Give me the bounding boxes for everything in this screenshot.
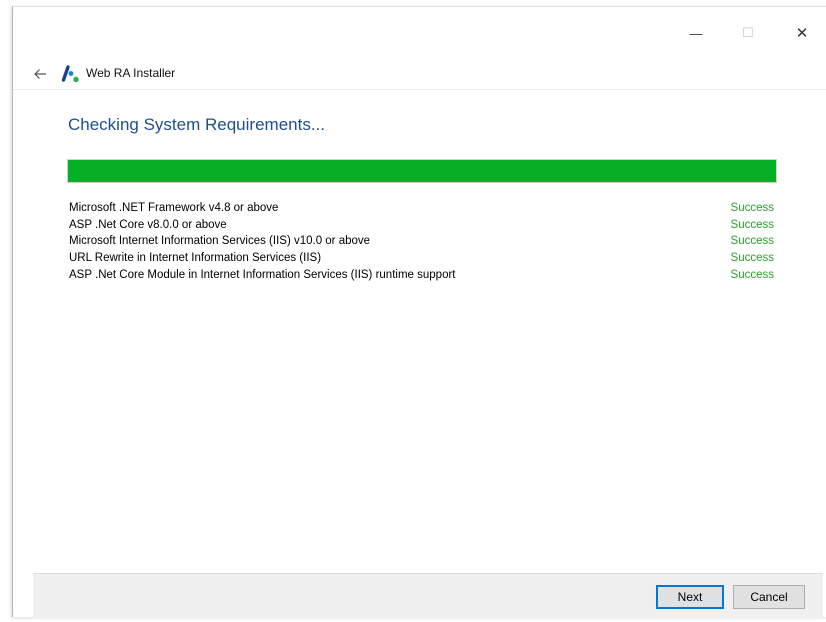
minimize-button[interactable]: —	[681, 23, 711, 43]
requirement-name: ASP .Net Core v8.0.0 or above	[69, 218, 227, 231]
header-divider	[13, 89, 826, 90]
requirement-status: Success	[730, 268, 774, 281]
requirement-row: Microsoft .NET Framework v4.8 or above Su…	[69, 200, 774, 217]
requirements-progress-bar	[67, 159, 777, 183]
progress-fill	[68, 160, 776, 182]
maximize-icon: ☐	[742, 25, 754, 40]
requirement-status: Success	[730, 202, 774, 214]
cancel-button[interactable]: Cancel	[733, 585, 805, 609]
back-button[interactable]	[31, 65, 49, 83]
minimize-icon: —	[689, 25, 703, 41]
requirement-status: Success	[730, 252, 774, 265]
close-button[interactable]: ✕	[787, 23, 817, 43]
requirement-row: URL Rewrite in Internet Information Serv…	[69, 250, 774, 267]
requirement-name: Microsoft Internet Information Services …	[69, 235, 371, 248]
app-logo-icon	[61, 65, 79, 83]
window-title: Web RA Installer	[86, 66, 176, 80]
requirement-name: ASP .Net Core Module in Internet Informa…	[69, 268, 456, 281]
page-heading: Checking System Requirements...	[68, 115, 325, 134]
requirement-status: Success	[730, 218, 774, 231]
requirement-row: Microsoft Internet Information Services …	[69, 233, 774, 250]
requirement-status: Success	[730, 235, 774, 248]
requirements-list: Microsoft .NET Framework v4.8 or above Su…	[69, 200, 774, 283]
requirement-name: Microsoft .NET Framework v4.8 or above	[69, 202, 279, 214]
requirement-name: URL Rewrite in Internet Information Serv…	[69, 252, 322, 265]
requirement-row: ASP .Net Core Module in Internet Informa…	[69, 267, 774, 284]
maximize-button[interactable]: ☐	[733, 23, 763, 43]
installer-window: — ☐ ✕ Web RA Installer Checking System R…	[12, 6, 826, 618]
next-button[interactable]: Next	[656, 585, 724, 609]
requirement-row: ASP .Net Core v8.0.0 or above Success	[69, 217, 774, 234]
back-arrow-icon	[34, 69, 46, 79]
close-icon: ✕	[795, 25, 809, 42]
